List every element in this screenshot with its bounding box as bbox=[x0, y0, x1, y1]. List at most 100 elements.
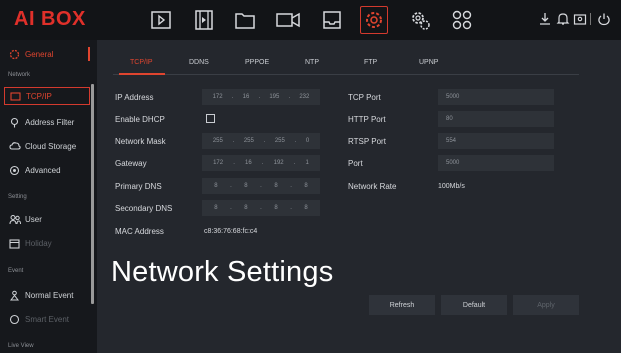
rtsp-port-value: 554 bbox=[446, 138, 457, 144]
sidebar-item-label: Address Filter bbox=[25, 117, 75, 127]
tab-divider bbox=[113, 74, 579, 75]
sidebar-item-smart-event[interactable]: Smart Event bbox=[4, 310, 90, 328]
tab-ddns[interactable]: DDNS bbox=[189, 59, 209, 66]
octet: 8 bbox=[274, 183, 278, 189]
dot: . bbox=[290, 183, 292, 189]
apply-button[interactable]: Apply bbox=[513, 295, 579, 315]
sidebar-item-label: Holiday bbox=[25, 238, 52, 248]
sidebar-item-address-filter[interactable]: Address Filter bbox=[4, 113, 90, 131]
octet: 8 bbox=[214, 183, 218, 189]
octet: 16 bbox=[242, 94, 250, 100]
tcp-port-label: TCP Port bbox=[348, 93, 381, 102]
sidebar-item-label: Cloud Storage bbox=[25, 141, 77, 151]
octet: 172 bbox=[212, 94, 223, 100]
default-button[interactable]: Default bbox=[441, 295, 507, 315]
power-icon[interactable] bbox=[597, 12, 611, 26]
dot: . bbox=[293, 160, 296, 166]
cloud-icon bbox=[8, 140, 21, 153]
network-gear-icon[interactable] bbox=[406, 6, 434, 34]
network-rate-value: 100Mb/s bbox=[438, 183, 465, 190]
sidebar-item-general[interactable]: General bbox=[4, 45, 90, 63]
dot: . bbox=[260, 183, 262, 189]
octet: 8 bbox=[274, 205, 278, 211]
sidebar-group-live-view: Live View bbox=[8, 343, 34, 349]
dot: . bbox=[233, 160, 235, 166]
octet: 255 bbox=[212, 138, 223, 144]
playback-icon[interactable] bbox=[147, 6, 175, 34]
sidebar-item-label: Advanced bbox=[25, 165, 61, 175]
rtsp-port-label: RTSP Port bbox=[348, 137, 386, 146]
gear-icon bbox=[8, 48, 21, 61]
gateway-label: Gateway bbox=[115, 159, 147, 168]
tcp-port-field[interactable]: 5000 bbox=[438, 89, 554, 105]
enable-dhcp-checkbox[interactable] bbox=[206, 114, 215, 123]
ip-address-label: IP Address bbox=[115, 93, 154, 102]
bell-icon[interactable] bbox=[556, 12, 570, 26]
users-icon bbox=[8, 213, 21, 226]
apps-grid-icon[interactable] bbox=[448, 6, 476, 34]
gateway-field[interactable]: 172. 16. 192. 1 bbox=[202, 155, 320, 171]
download-icon[interactable] bbox=[538, 12, 552, 26]
mac-address-value: c8:36:76:68:fc:c4 bbox=[204, 228, 258, 235]
tab-ntp[interactable]: NTP bbox=[305, 59, 319, 66]
https-port-value: 5000 bbox=[446, 160, 460, 166]
primary-dns-field[interactable]: 8. 8. 8. 8 bbox=[202, 178, 320, 194]
network-mask-field[interactable]: 255. 255. 255. 0 bbox=[202, 133, 320, 149]
secondary-dns-field[interactable]: 8. 8. 8. 8 bbox=[202, 200, 320, 216]
folder-icon[interactable] bbox=[231, 6, 259, 34]
octet: 192 bbox=[273, 160, 284, 166]
secondary-dns-label: Secondary DNS bbox=[115, 204, 173, 213]
tab-tcpip[interactable]: TCP/IP bbox=[130, 59, 153, 66]
network-icon bbox=[9, 90, 22, 103]
octet: 0 bbox=[305, 138, 310, 144]
sidebar-item-holiday[interactable]: Holiday bbox=[4, 234, 90, 252]
http-port-value: 80 bbox=[446, 116, 453, 122]
tab-upnp[interactable]: UPNP bbox=[419, 59, 438, 66]
sidebar-item-cloud-storage[interactable]: Cloud Storage bbox=[4, 137, 90, 155]
sidebar-item-user[interactable]: User bbox=[4, 210, 90, 228]
octet: 8 bbox=[244, 205, 248, 211]
octet: 16 bbox=[245, 160, 252, 166]
tab-active-indicator bbox=[119, 73, 165, 75]
user-badge-icon[interactable] bbox=[573, 12, 587, 26]
mac-address-label: MAC Address bbox=[115, 227, 164, 236]
sidebar-item-label: General bbox=[25, 49, 54, 59]
https-port-label: Port bbox=[348, 159, 363, 168]
settings-icon[interactable] bbox=[360, 6, 388, 34]
http-port-field[interactable]: 80 bbox=[438, 111, 554, 127]
sidebar-group-event: Event bbox=[8, 268, 24, 274]
rtsp-port-field[interactable]: 554 bbox=[438, 133, 554, 149]
tab-pppoe[interactable]: PPPOE bbox=[245, 59, 269, 66]
ip-address-field[interactable]: 172. 16. 195. 232 bbox=[202, 89, 320, 105]
filter-icon bbox=[8, 116, 21, 129]
octet: 8 bbox=[244, 183, 248, 189]
film-icon[interactable] bbox=[190, 6, 218, 34]
https-port-field[interactable]: 5000 bbox=[438, 155, 554, 171]
network-rate-label: Network Rate bbox=[348, 182, 397, 191]
tab-ftp[interactable]: FTP bbox=[364, 59, 377, 66]
overlay-title: Network Settings bbox=[111, 256, 334, 288]
dot: . bbox=[230, 183, 232, 189]
network-mask-label: Network Mask bbox=[115, 137, 166, 146]
octet: 1 bbox=[305, 160, 309, 166]
sidebar-item-advanced[interactable]: Advanced bbox=[4, 161, 90, 179]
sidebar: General Network TCP/IP Address Filter Cl… bbox=[0, 40, 97, 353]
dot: . bbox=[231, 94, 234, 100]
sidebar-group-network: Network bbox=[8, 72, 31, 78]
sidebar-item-tcpip[interactable]: TCP/IP bbox=[4, 87, 90, 105]
octet: 255 bbox=[274, 138, 285, 144]
dot: . bbox=[230, 205, 232, 211]
sidebar-item-label: Normal Event bbox=[25, 290, 74, 300]
inbox-icon[interactable] bbox=[318, 6, 346, 34]
dot: . bbox=[294, 138, 297, 144]
sidebar-item-label: User bbox=[25, 214, 42, 224]
camera-icon[interactable] bbox=[274, 6, 302, 34]
refresh-button[interactable]: Refresh bbox=[369, 295, 435, 315]
sidebar-scrollbar[interactable] bbox=[91, 84, 94, 304]
primary-dns-label: Primary DNS bbox=[115, 182, 162, 191]
sidebar-item-label: Smart Event bbox=[25, 314, 70, 324]
octet: 8 bbox=[304, 205, 308, 211]
dot: . bbox=[290, 205, 292, 211]
sidebar-item-normal-event[interactable]: Normal Event bbox=[4, 286, 90, 304]
dot: . bbox=[263, 138, 266, 144]
